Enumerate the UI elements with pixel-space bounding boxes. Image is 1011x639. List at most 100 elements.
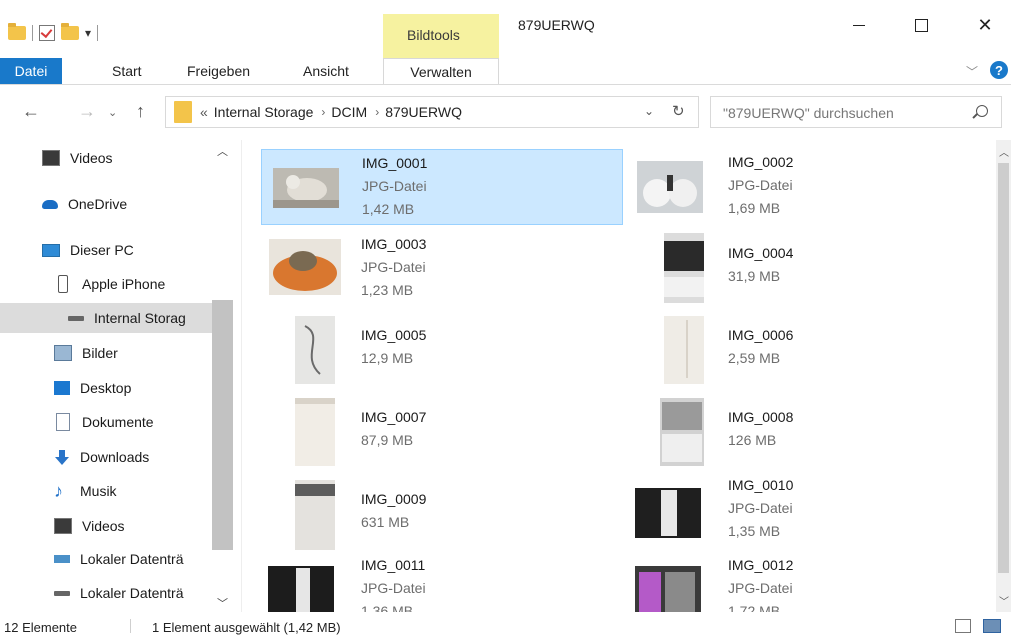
search-input[interactable]: "879UERWQ" durchsuchen bbox=[723, 105, 894, 121]
scroll-down-chevron-icon[interactable]: ﹀ bbox=[217, 595, 228, 611]
tab-verwalten[interactable]: Verwalten bbox=[383, 58, 499, 84]
file-thumbnail bbox=[632, 161, 708, 213]
scroll-down-chevron-icon[interactable]: ﹀ bbox=[999, 593, 1009, 608]
nav-item-videos-pc[interactable]: Videos bbox=[0, 511, 233, 541]
nav-item-desktop[interactable]: Desktop bbox=[0, 373, 233, 403]
file-size: 1,36 MB bbox=[361, 603, 414, 612]
file-name: IMG_0005 bbox=[361, 327, 427, 343]
nav-item-label: Videos bbox=[70, 150, 113, 166]
nav-item-label: Musik bbox=[80, 483, 117, 499]
recent-locations-chevron-icon[interactable]: ⌄ bbox=[108, 106, 117, 119]
scroll-up-chevron-icon[interactable]: ︿ bbox=[999, 144, 1009, 159]
nav-item-internal-storage[interactable]: Internal Storag bbox=[0, 303, 233, 333]
close-button[interactable]: ✕ bbox=[962, 10, 1008, 40]
file-name: IMG_0008 bbox=[728, 409, 794, 425]
status-separator bbox=[130, 619, 131, 633]
expand-ribbon-chevron-icon[interactable]: ﹀ bbox=[966, 63, 978, 80]
file-item-img-0001[interactable]: IMG_0001 JPG-Datei 1,42 MB bbox=[261, 149, 623, 225]
toolbar-separator bbox=[97, 25, 99, 41]
nav-item-videos[interactable]: Videos bbox=[0, 143, 233, 173]
onedrive-cloud-icon bbox=[42, 199, 58, 209]
phone-icon bbox=[58, 275, 68, 293]
file-name: IMG_0004 bbox=[728, 245, 794, 261]
new-folder-icon[interactable] bbox=[61, 23, 79, 40]
file-item-img-0012[interactable]: IMG_0012 JPG-Datei 1,72 MB bbox=[628, 555, 990, 612]
nav-item-bilder[interactable]: Bilder bbox=[0, 338, 233, 368]
file-item-img-0007[interactable]: IMG_0007 87,9 MB bbox=[261, 395, 623, 471]
image-thumbnail-icon bbox=[660, 398, 704, 466]
file-item-img-0006[interactable]: IMG_0006 2,59 MB bbox=[628, 313, 990, 389]
pictures-folder-icon bbox=[54, 345, 72, 361]
scroll-up-chevron-icon[interactable]: ︿ bbox=[217, 143, 228, 159]
customize-toolbar-dropdown-icon[interactable]: ▾ bbox=[85, 26, 91, 40]
file-item-img-0002[interactable]: IMG_0002 JPG-Datei 1,69 MB bbox=[628, 149, 990, 225]
nav-item-apple-iphone[interactable]: Apple iPhone bbox=[0, 269, 233, 299]
file-item-img-0008[interactable]: IMG_0008 126 MB bbox=[628, 395, 990, 471]
computer-icon bbox=[42, 243, 60, 257]
search-icon[interactable] bbox=[976, 105, 988, 117]
maximize-button[interactable] bbox=[898, 10, 944, 40]
nav-item-label: OneDrive bbox=[68, 196, 128, 212]
nav-item-label: Internal Storag bbox=[94, 310, 186, 326]
nav-item-dokumente[interactable]: Dokumente bbox=[0, 407, 233, 437]
back-arrow-icon[interactable]: ← bbox=[22, 101, 40, 122]
breadcrumb-separator-icon[interactable]: › bbox=[375, 105, 379, 119]
video-folder-icon bbox=[54, 518, 72, 534]
file-type: JPG-Datei bbox=[361, 259, 426, 275]
nav-item-dieser-pc[interactable]: Dieser PC bbox=[0, 235, 233, 265]
nav-item-label: Lokaler Datenträ bbox=[80, 585, 184, 601]
nav-item-lokaler-datentraeger-1[interactable]: Lokaler Datenträ bbox=[0, 544, 233, 574]
address-dropdown-chevron-icon[interactable]: ⌄ bbox=[644, 104, 654, 118]
properties-check-icon[interactable] bbox=[39, 25, 55, 41]
image-thumbnail-icon bbox=[269, 239, 341, 295]
nav-item-downloads[interactable]: Downloads bbox=[0, 442, 233, 472]
forward-arrow-icon[interactable]: → bbox=[78, 101, 96, 122]
tab-start[interactable]: Start bbox=[112, 58, 142, 84]
tab-freigeben[interactable]: Freigeben bbox=[187, 58, 250, 84]
nav-item-musik[interactable]: ♪ Musik bbox=[0, 476, 233, 506]
file-size: 126 MB bbox=[728, 432, 777, 448]
item-count: 12 Elemente bbox=[4, 620, 77, 635]
tab-ansicht[interactable]: Ansicht bbox=[303, 58, 349, 84]
file-name: IMG_0003 bbox=[361, 236, 427, 252]
breadcrumb-separator-icon[interactable]: › bbox=[321, 105, 325, 119]
file-list: IMG_0001 JPG-Datei 1,42 MB IMG_0002 JPG-… bbox=[242, 140, 996, 612]
file-thumbnail bbox=[267, 239, 343, 295]
file-type: JPG-Datei bbox=[728, 500, 793, 516]
file-thumbnail bbox=[646, 233, 722, 303]
file-item-img-0005[interactable]: IMG_0005 12,9 MB bbox=[261, 313, 623, 389]
help-icon[interactable]: ? bbox=[990, 61, 1008, 79]
local-disk-icon bbox=[54, 555, 70, 563]
breadcrumb-dcim[interactable]: DCIM bbox=[331, 104, 367, 120]
minimize-button[interactable] bbox=[836, 10, 882, 40]
tab-datei[interactable]: Datei bbox=[0, 58, 62, 84]
video-folder-icon bbox=[42, 150, 60, 166]
nav-item-onedrive[interactable]: OneDrive bbox=[0, 189, 233, 219]
file-item-img-0003[interactable]: IMG_0003 JPG-Datei 1,23 MB bbox=[261, 231, 623, 307]
content-scrollbar-thumb[interactable] bbox=[998, 163, 1009, 573]
file-item-img-0004[interactable]: IMG_0004 31,9 MB bbox=[628, 231, 990, 307]
breadcrumb-current-folder[interactable]: 879UERWQ bbox=[385, 104, 462, 120]
file-size: 31,9 MB bbox=[728, 268, 781, 284]
address-bar[interactable]: « Internal Storage › DCIM › 879UERWQ ⌄ ↻ bbox=[165, 96, 699, 128]
file-item-img-0009[interactable]: IMG_0009 631 MB bbox=[261, 477, 623, 553]
up-arrow-icon[interactable]: ↑ bbox=[136, 101, 145, 122]
file-item-img-0011[interactable]: IMG_0011 JPG-Datei 1,36 MB bbox=[261, 555, 623, 612]
context-tab-group-label: Bildtools bbox=[407, 27, 460, 43]
navigation-scrollbar-thumb[interactable] bbox=[212, 300, 233, 550]
drive-icon bbox=[54, 590, 70, 596]
address-overflow-icon[interactable]: « bbox=[200, 104, 208, 120]
breadcrumb-internal-storage[interactable]: Internal Storage bbox=[214, 104, 314, 120]
folder-icon[interactable] bbox=[8, 23, 26, 40]
refresh-icon[interactable]: ↻ bbox=[672, 102, 685, 120]
file-thumbnail bbox=[630, 485, 706, 541]
file-size: 2,59 MB bbox=[728, 350, 781, 366]
search-box[interactable]: "879UERWQ" durchsuchen bbox=[710, 96, 1002, 128]
details-view-icon[interactable] bbox=[955, 619, 971, 633]
file-item-img-0010[interactable]: IMG_0010 JPG-Datei 1,35 MB bbox=[628, 477, 990, 553]
nav-item-lokaler-datentraeger-2[interactable]: Lokaler Datenträ bbox=[0, 578, 233, 608]
file-size: 1,23 MB bbox=[361, 282, 414, 298]
large-icons-view-icon[interactable] bbox=[983, 619, 1001, 633]
music-note-icon: ♪ bbox=[54, 481, 63, 501]
file-name: IMG_0001 bbox=[362, 155, 428, 171]
